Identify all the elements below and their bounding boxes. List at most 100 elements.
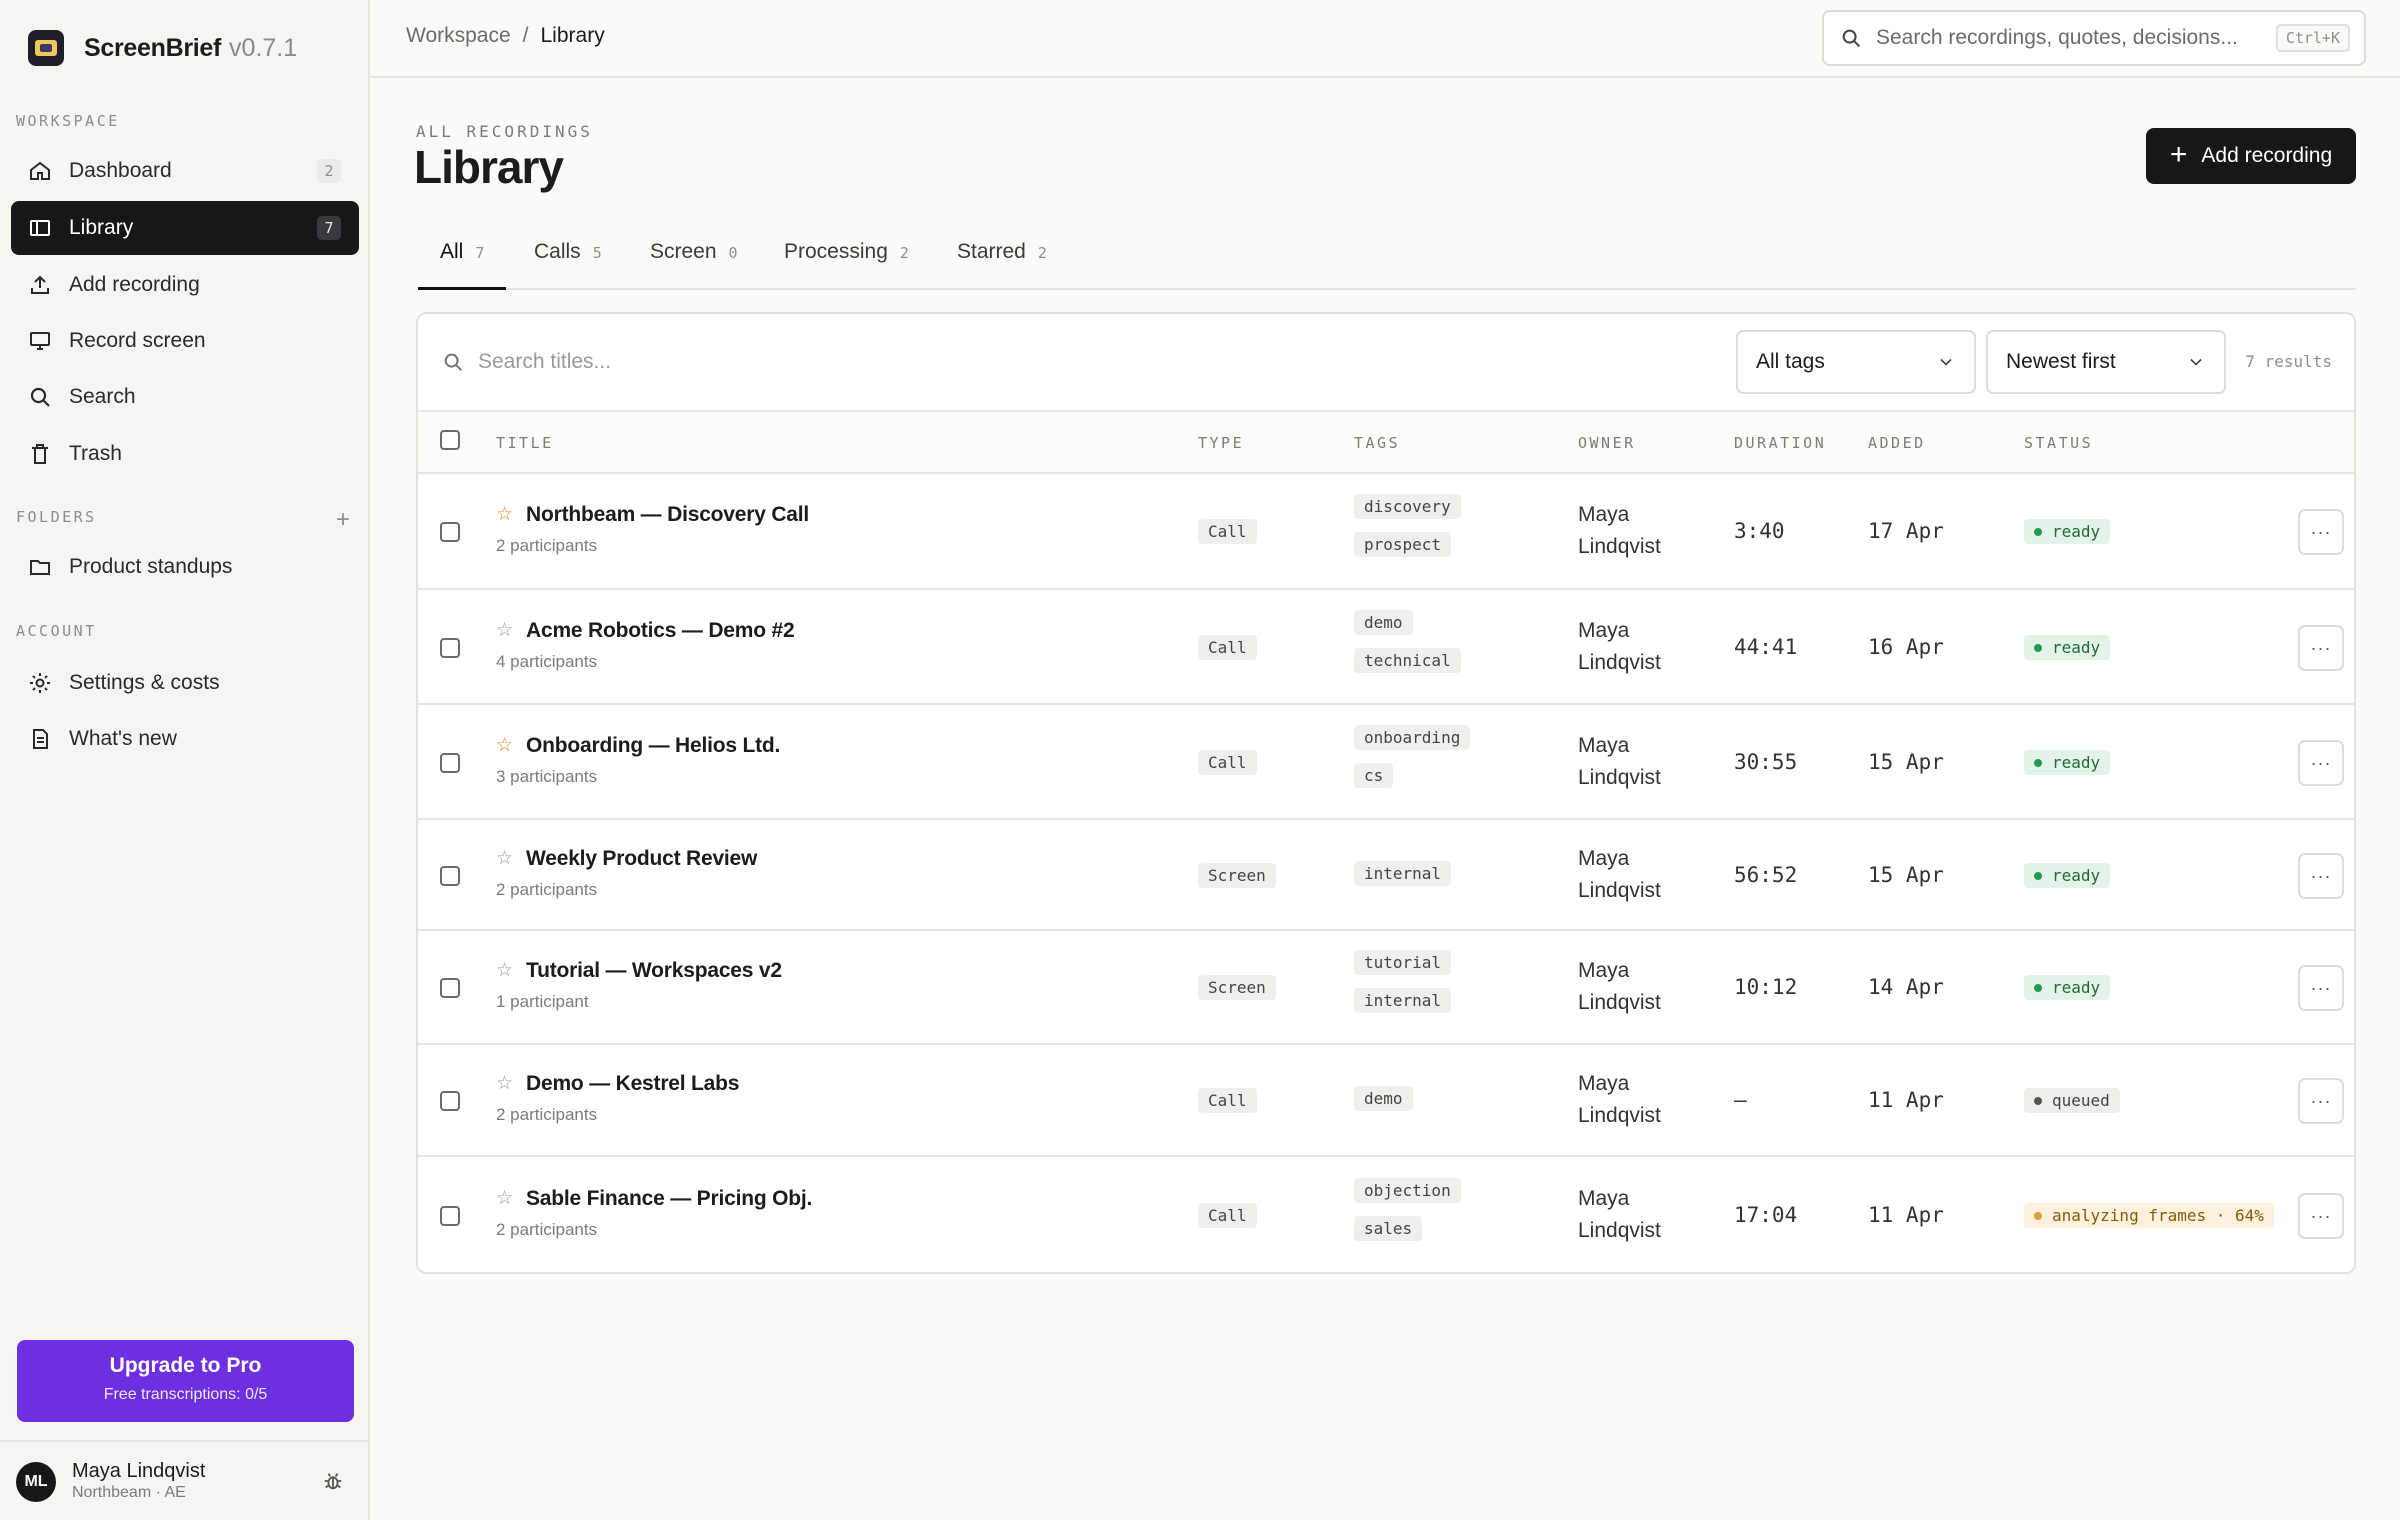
participants: 3 participants: [496, 767, 598, 786]
tag-badge[interactable]: demo: [1354, 1086, 1413, 1111]
table-row[interactable]: ☆ Weekly Product Review 2 participants Scre…: [418, 820, 2354, 931]
upload-icon: [27, 272, 53, 298]
select-all-checkbox[interactable]: [440, 430, 460, 450]
star-icon[interactable]: ☆: [496, 734, 513, 757]
sidebar-item-trash[interactable]: Trash: [11, 427, 359, 481]
row-checkbox[interactable]: [440, 866, 460, 886]
add-folder-icon[interactable]: +: [336, 506, 350, 534]
sidebar-item-label: Library: [69, 216, 134, 239]
tag-badge[interactable]: objection: [1354, 1178, 1461, 1203]
tab-starred[interactable]: Starred 2: [957, 226, 1047, 290]
star-icon[interactable]: ☆: [496, 503, 513, 526]
bug-icon[interactable]: [322, 1470, 344, 1492]
avatar: ML: [16, 1462, 56, 1502]
duration: 44:41: [1734, 635, 1798, 659]
sidebar-item-label: Dashboard: [69, 159, 172, 182]
row-more-button[interactable]: ···: [2298, 853, 2344, 899]
sidebar-item-settings[interactable]: Settings & costs: [11, 656, 359, 710]
row-checkbox[interactable]: [440, 1091, 460, 1111]
sidebar-item-search[interactable]: Search: [11, 370, 359, 424]
recording-title[interactable]: Onboarding — Helios Ltd.: [526, 734, 780, 758]
sidebar-item-product-standups[interactable]: Product standups: [11, 540, 359, 594]
tags-select[interactable]: All tags: [1736, 330, 1976, 394]
row-checkbox[interactable]: [440, 638, 460, 658]
row-more-button[interactable]: ···: [2298, 965, 2344, 1011]
sidebar-item-whats-new[interactable]: What's new: [11, 712, 359, 766]
table-row[interactable]: ☆ Sable Finance — Pricing Obj. 2 participa…: [418, 1157, 2354, 1272]
add-recording-button[interactable]: + Add recording: [2146, 128, 2356, 184]
tag-badge[interactable]: discovery: [1354, 494, 1461, 519]
row-more-button[interactable]: ···: [2298, 740, 2344, 786]
sidebar: ScreenBrief v0.7.1 WORKSPACE Dashboard 2…: [0, 0, 370, 1520]
upgrade-title: Upgrade to Pro: [109, 1354, 262, 1377]
tag-badge[interactable]: sales: [1354, 1216, 1423, 1241]
tag-badge[interactable]: tutorial: [1354, 950, 1452, 975]
owner-last-name: Lindqvist: [1578, 1219, 1661, 1242]
recording-title[interactable]: Northbeam — Discovery Call: [526, 503, 809, 527]
tag-badge[interactable]: demo: [1354, 610, 1413, 635]
column-owner[interactable]: OWNER: [1578, 434, 1636, 452]
row-more-button[interactable]: ···: [2298, 509, 2344, 555]
column-added[interactable]: ADDED: [1868, 434, 1926, 452]
row-more-button[interactable]: ···: [2298, 1193, 2344, 1239]
recording-title[interactable]: Acme Robotics — Demo #2: [526, 619, 795, 643]
participants: 2 participants: [496, 1105, 598, 1124]
sidebar-item-library[interactable]: Library 7: [11, 201, 359, 255]
user-profile[interactable]: ML Maya Lindqvist Northbeam · AE: [0, 1440, 368, 1520]
sort-select[interactable]: Newest first: [1986, 330, 2226, 394]
row-more-button[interactable]: ···: [2298, 625, 2344, 671]
table-row[interactable]: ☆ Acme Robotics — Demo #2 4 participants Ca…: [418, 590, 2354, 705]
column-status[interactable]: STATUS: [2024, 434, 2093, 452]
tag-badge[interactable]: technical: [1354, 648, 1461, 673]
brand-version: v0.7.1: [229, 33, 298, 62]
upgrade-button[interactable]: Upgrade to Pro Free transcriptions: 0/5: [17, 1340, 354, 1422]
tab-processing[interactable]: Processing 2: [784, 226, 909, 290]
status-badge: ready: [2024, 519, 2111, 544]
star-icon[interactable]: ☆: [496, 1072, 513, 1095]
brand[interactable]: ScreenBrief v0.7.1: [28, 28, 297, 68]
column-type[interactable]: TYPE: [1198, 434, 1244, 452]
results-count: 7 results: [2245, 352, 2332, 371]
participants: 2 participants: [496, 1220, 598, 1239]
tag-badge[interactable]: internal: [1354, 861, 1452, 886]
sidebar-item-record-screen[interactable]: Record screen: [11, 314, 359, 368]
table-row[interactable]: ☆ Tutorial — Workspaces v2 1 participant Sc…: [418, 931, 2354, 1045]
recording-title[interactable]: Demo — Kestrel Labs: [526, 1072, 739, 1096]
column-title[interactable]: TITLE: [496, 434, 554, 452]
tag-badge[interactable]: prospect: [1354, 532, 1452, 557]
table-row[interactable]: ☆ Northbeam — Discovery Call 2 participant…: [418, 474, 2354, 590]
added-date: 17 Apr: [1868, 519, 1944, 543]
row-checkbox[interactable]: [440, 978, 460, 998]
sidebar-item-dashboard[interactable]: Dashboard 2: [11, 144, 359, 198]
row-checkbox[interactable]: [440, 1206, 460, 1226]
recording-title[interactable]: Weekly Product Review: [526, 847, 757, 871]
tag-badge[interactable]: onboarding: [1354, 725, 1471, 750]
tab-calls[interactable]: Calls 5: [534, 226, 602, 290]
sidebar-item-add-recording[interactable]: Add recording: [11, 258, 359, 312]
status-label: ready: [2052, 638, 2101, 657]
recording-title[interactable]: Sable Finance — Pricing Obj.: [526, 1187, 812, 1211]
added-date: 15 Apr: [1868, 750, 1944, 774]
star-icon[interactable]: ☆: [496, 619, 513, 642]
column-tags[interactable]: TAGS: [1354, 434, 1400, 452]
status-dot-icon: [2034, 527, 2042, 536]
column-duration[interactable]: DURATION: [1734, 434, 1826, 452]
table-row[interactable]: ☆ Demo — Kestrel Labs 2 participants Call de…: [418, 1045, 2354, 1157]
row-more-button[interactable]: ···: [2298, 1078, 2344, 1124]
row-checkbox[interactable]: [440, 522, 460, 542]
filter-bar: Search titles... All tags Newest first 7…: [418, 314, 2354, 412]
tag-badge[interactable]: internal: [1354, 988, 1452, 1013]
recording-title[interactable]: Tutorial — Workspaces v2: [526, 959, 782, 983]
row-checkbox[interactable]: [440, 753, 460, 773]
tab-screen[interactable]: Screen 0: [650, 226, 738, 290]
sidebar-item-label: Product standups: [69, 555, 233, 578]
breadcrumb-workspace[interactable]: Workspace: [406, 24, 511, 48]
table-row[interactable]: ☆ Onboarding — Helios Ltd. 3 participants C…: [418, 705, 2354, 820]
star-icon[interactable]: ☆: [496, 1187, 513, 1210]
global-search-input[interactable]: Search recordings, quotes, decisions... …: [1822, 10, 2366, 66]
tag-badge[interactable]: cs: [1354, 763, 1394, 788]
star-icon[interactable]: ☆: [496, 847, 513, 870]
title-search-input[interactable]: Search titles...: [442, 350, 611, 374]
tab-all[interactable]: All 7: [418, 226, 507, 290]
star-icon[interactable]: ☆: [496, 959, 513, 982]
